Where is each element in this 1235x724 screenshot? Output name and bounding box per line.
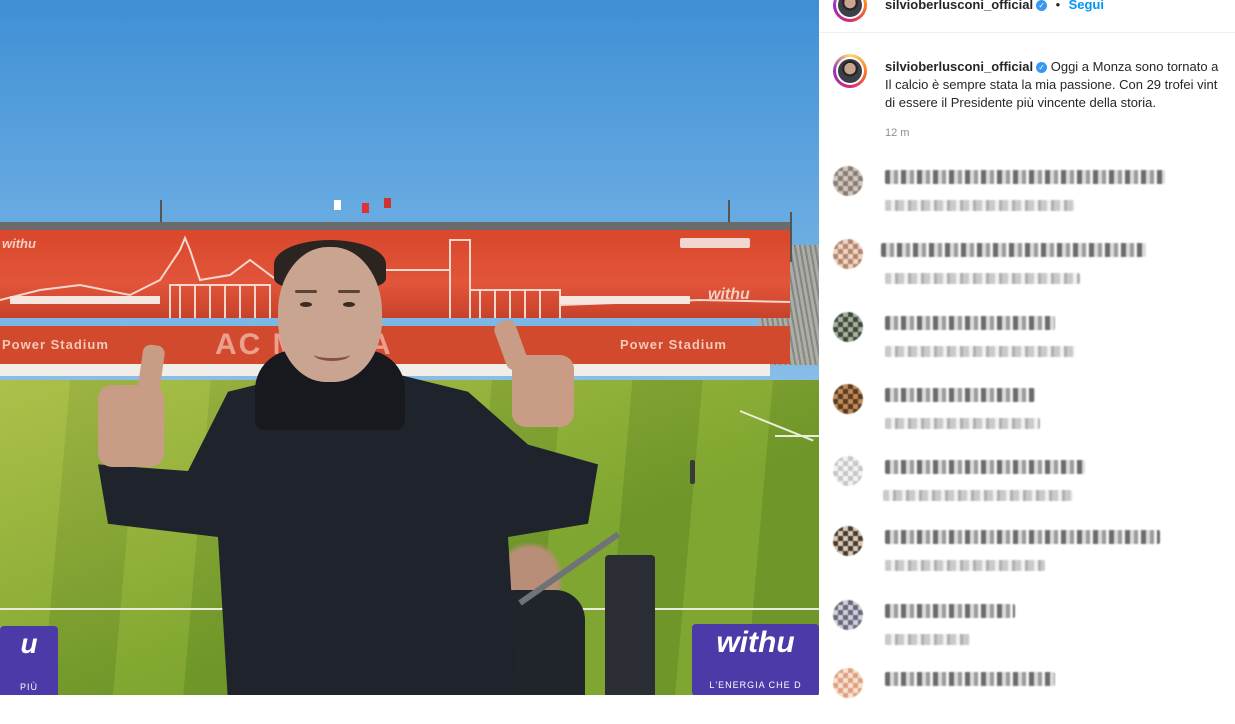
- comment-item[interactable]: [833, 380, 1233, 440]
- comment-item[interactable]: [833, 162, 1233, 222]
- caption-avatar[interactable]: [833, 54, 867, 88]
- banner-text-right: Power Stadium: [620, 337, 727, 352]
- ad-board-right: withu L'ENERGIA CHE D: [692, 624, 819, 695]
- stand-brand-left: withu: [2, 236, 36, 251]
- distant-person: [690, 460, 695, 484]
- pixelated-comment-text: [885, 672, 1055, 686]
- stand-brand-right: withu: [708, 286, 750, 303]
- commenter-avatar[interactable]: [833, 312, 863, 342]
- avatar-image: [838, 59, 862, 83]
- light-pole: [790, 212, 792, 262]
- ad-board-left: u PIÙ: [0, 626, 58, 695]
- commenter-avatar[interactable]: [833, 668, 863, 698]
- ad-board-left-subtext: PIÙ: [19, 682, 38, 692]
- flag: [334, 200, 341, 210]
- comment-item[interactable]: [833, 596, 1233, 656]
- commenter-avatar[interactable]: [833, 384, 863, 414]
- avatar[interactable]: [833, 0, 867, 22]
- post-timestamp[interactable]: 12 m: [885, 127, 909, 139]
- pixelated-comment-text: [885, 316, 1055, 330]
- pixelated-comment-text: [885, 388, 1035, 402]
- pixelated-comment-text: [885, 460, 1085, 474]
- smile: [314, 348, 350, 361]
- eye: [300, 302, 312, 307]
- post-header: silvioberlusconi_official ✓ • Segui: [819, 0, 1235, 33]
- comment-item[interactable]: [833, 235, 1233, 295]
- face: [278, 247, 382, 382]
- pixelated-comment-meta: [885, 346, 1075, 357]
- commenter-avatar[interactable]: [833, 239, 863, 269]
- header-username[interactable]: silvioberlusconi_official: [885, 0, 1033, 12]
- caption-line-2: Il calcio è sempre stata la mia passione…: [885, 77, 1218, 92]
- caption-line-3: di essere il Presidente più vincente del…: [885, 95, 1156, 110]
- verified-badge-icon: ✓: [1036, 62, 1048, 73]
- eyebrow: [338, 290, 360, 293]
- stand-sign: [680, 238, 750, 248]
- pixelated-comment-text: [885, 530, 1160, 544]
- ad-board-left-text: u: [20, 628, 38, 659]
- pixelated-comment-text: [885, 604, 1015, 618]
- post-caption: silvioberlusconi_official ✓ Oggi a Monza …: [885, 58, 1235, 112]
- pixelated-comment-meta: [885, 560, 1045, 571]
- follow-button[interactable]: Segui: [1069, 0, 1104, 12]
- stand-skyline-graphic: [0, 235, 790, 318]
- eye: [343, 302, 355, 307]
- pixelated-comment-meta: [883, 490, 1073, 501]
- pixelated-comment-text: [885, 170, 1165, 184]
- comment-item[interactable]: [833, 664, 1233, 724]
- railing-post: [605, 555, 655, 695]
- pitch-line: [775, 435, 819, 437]
- stand-roof: [0, 222, 790, 230]
- commenter-avatar[interactable]: [833, 456, 863, 486]
- commenter-avatar[interactable]: [833, 600, 863, 630]
- comment-item[interactable]: [833, 308, 1233, 368]
- separator-dot: •: [1055, 0, 1061, 12]
- pixelated-comment-meta: [885, 634, 970, 645]
- commenter-avatar[interactable]: [833, 526, 863, 556]
- pixelated-comment-text: [881, 243, 1146, 257]
- post-photo[interactable]: withu withu Power Stadium AC MONZA Power…: [0, 0, 819, 695]
- commenter-avatar[interactable]: [833, 166, 863, 196]
- flag: [384, 198, 391, 208]
- caption-username[interactable]: silvioberlusconi_official: [885, 59, 1033, 74]
- pixelated-comment-meta: [885, 200, 1075, 211]
- post-sidebar: silvioberlusconi_official ✓ • Segui silvi…: [819, 0, 1235, 698]
- banner-text-left: Power Stadium: [2, 337, 109, 352]
- pixelated-comment-meta: [885, 418, 1040, 429]
- stadium-banner: Power Stadium AC MONZA Power Stadium: [0, 326, 790, 364]
- comment-item[interactable]: [833, 452, 1233, 512]
- eyebrow: [295, 290, 317, 293]
- caption-line-1: Oggi a Monza sono tornato a: [1050, 59, 1219, 74]
- verified-badge-icon: ✓: [1036, 0, 1048, 11]
- ad-board-right-text: withu: [716, 626, 795, 659]
- pixelated-comment-meta: [885, 273, 1080, 284]
- comment-item[interactable]: [833, 522, 1233, 582]
- ad-board-right-subtext: L'ENERGIA CHE D: [709, 680, 802, 690]
- flag: [362, 203, 369, 213]
